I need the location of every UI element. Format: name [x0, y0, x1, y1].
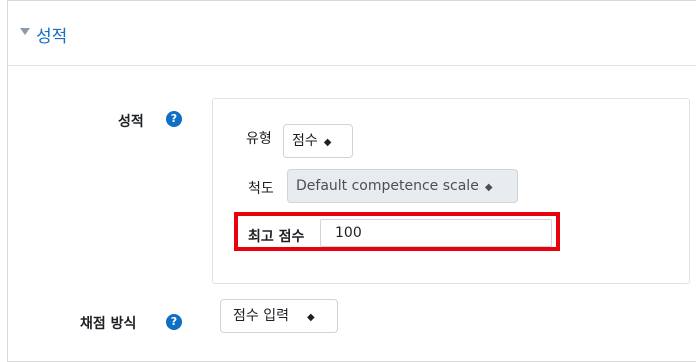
sort-icon: ◆ [323, 137, 332, 148]
grade-type-select[interactable]: 점수 ◆ [283, 124, 353, 158]
max-grade-label: 최고 점수 [248, 229, 305, 245]
max-grade-input[interactable]: 100 [320, 219, 552, 247]
sort-icon: ◆ [484, 182, 493, 193]
scale-select[interactable]: Default competence scale ◆ [287, 169, 518, 203]
grade-label: 성적 [118, 114, 144, 130]
sort-icon: ◆ [306, 312, 315, 323]
grading-method-select[interactable]: 점수 입력 ◆ [220, 299, 338, 333]
grading-method-value: 점수 입력 [233, 308, 289, 324]
help-icon[interactable]: ? [166, 111, 182, 127]
type-label: 유형 [246, 131, 272, 147]
chevron-down-icon[interactable] [20, 28, 30, 35]
help-icon[interactable]: ? [166, 314, 182, 330]
section-title[interactable]: 성적 [36, 22, 67, 47]
scale-value: Default competence scale [296, 178, 479, 194]
grade-type-value: 점수 [292, 133, 318, 149]
scale-label: 척도 [248, 181, 274, 197]
section-header[interactable]: 성적 [8, 1, 696, 66]
grading-method-label: 채점 방식 [80, 316, 137, 332]
